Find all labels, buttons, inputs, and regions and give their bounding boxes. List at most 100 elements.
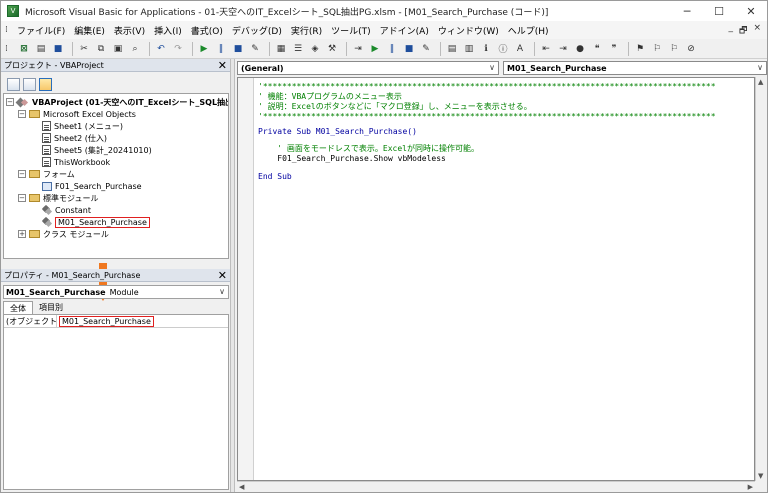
list-properties-icon[interactable]: ▤ — [445, 42, 459, 56]
procedure-combo[interactable]: M01_Search_Purchase ∨ — [503, 61, 767, 75]
property-value[interactable]: M01_Search_Purchase — [57, 315, 154, 327]
chevron-down-icon[interactable]: ∨ — [757, 63, 763, 72]
menu-run[interactable]: 実行(R) — [291, 24, 322, 37]
project-explorer-icon[interactable]: ▦ — [274, 42, 288, 56]
tree-item-sheet5[interactable]: Sheet5 (集計_20241010) — [42, 144, 152, 156]
tree-group-modules[interactable]: − 標準モジュール — [18, 192, 98, 204]
save-icon[interactable]: ■ — [51, 42, 65, 56]
paste-icon[interactable]: ▣ — [111, 42, 125, 56]
next-bookmark-icon[interactable]: ⚐ — [650, 42, 664, 56]
view-code-icon[interactable] — [7, 77, 20, 91]
chevron-down-icon[interactable]: ∨ — [489, 63, 495, 72]
collapse-icon[interactable]: − — [6, 98, 14, 106]
menu-insert[interactable]: 挿入(I) — [154, 24, 182, 37]
edit-indent-icon[interactable]: ⇥ — [351, 42, 365, 56]
property-row[interactable]: (オブジェクト名) M01_Search_Purchase — [4, 315, 228, 328]
toggle-bookmark-icon[interactable]: ⚑ — [633, 42, 647, 56]
edit-design-icon[interactable]: ✎ — [419, 42, 433, 56]
tree-item-label: Constant — [55, 205, 91, 215]
close-button[interactable]: ✕ — [735, 1, 767, 21]
pane-splitter[interactable] — [230, 59, 235, 492]
scroll-right-icon[interactable]: ▶ — [748, 483, 753, 491]
minimize-button[interactable]: ─ — [671, 1, 703, 21]
menu-help[interactable]: ヘルプ(H) — [508, 24, 549, 37]
tree-item-sheet2[interactable]: Sheet2 (仕入) — [42, 132, 107, 144]
redo-icon[interactable]: ↷ — [171, 42, 185, 56]
collapse-icon[interactable]: − — [18, 170, 26, 178]
tree-root[interactable]: − VBAProject (01-天空へのIT_Excelシート_SQL抽出 — [6, 96, 228, 108]
undo-icon[interactable]: ↶ — [154, 42, 168, 56]
tree-item-m01-search-purchase[interactable]: M01_Search_Purchase — [42, 216, 150, 228]
menu-window[interactable]: ウィンドウ(W) — [438, 24, 499, 37]
copy-icon[interactable]: ⧉ — [94, 42, 108, 56]
edit-reset-icon[interactable]: ■ — [402, 42, 416, 56]
run-icon[interactable]: ▶ — [197, 42, 211, 56]
indent-icon[interactable]: ⇤ — [539, 42, 553, 56]
mdi-restore-button[interactable]: 🗗 — [739, 23, 747, 39]
tab-categorized[interactable]: 項目別 — [33, 301, 69, 314]
expand-icon[interactable]: + — [18, 230, 26, 238]
code-vertical-scrollbar[interactable]: ▲ ▼ — [755, 77, 767, 481]
properties-close-icon[interactable]: ✕ — [218, 269, 227, 282]
toggle-folders-icon[interactable] — [39, 77, 52, 91]
module-icon — [42, 217, 52, 227]
tree-group-classes[interactable]: + クラス モジュール — [18, 228, 109, 240]
cut-icon[interactable]: ✂ — [77, 42, 91, 56]
toolbox-icon[interactable]: ⚒ — [325, 42, 339, 56]
reset-icon[interactable]: ■ — [231, 42, 245, 56]
code-line: '***************************************… — [258, 82, 716, 91]
excel-icon[interactable]: ⊠ — [17, 42, 31, 56]
object-browser-icon[interactable]: ◈ — [308, 42, 322, 56]
scroll-left-icon[interactable]: ◀ — [239, 483, 244, 491]
insert-icon[interactable]: ▤ — [34, 42, 48, 56]
quick-info-icon[interactable]: ℹ — [479, 42, 493, 56]
edit-run-icon[interactable]: ▶ — [368, 42, 382, 56]
code-margin[interactable] — [238, 78, 254, 480]
menu-view[interactable]: 表示(V) — [114, 24, 145, 37]
view-object-icon[interactable] — [23, 77, 36, 91]
list-constants-icon[interactable]: ▥ — [462, 42, 476, 56]
comment-block-icon[interactable]: ❝ — [590, 42, 604, 56]
project-explorer-close-icon[interactable]: ✕ — [218, 59, 227, 72]
find-icon[interactable]: ⌕ — [128, 42, 142, 56]
tree-item-constant[interactable]: Constant — [42, 204, 91, 216]
sheet-icon — [42, 133, 51, 143]
tree-item-sheet1[interactable]: Sheet1 (メニュー) — [42, 120, 123, 132]
mdi-minimize-button[interactable]: _ — [729, 23, 734, 39]
prev-bookmark-icon[interactable]: ⚐ — [667, 42, 681, 56]
scroll-down-icon[interactable]: ▼ — [758, 472, 763, 480]
parameter-info-icon[interactable]: ⓘ — [496, 42, 510, 56]
clear-bookmarks-icon[interactable]: ⊘ — [684, 42, 698, 56]
scroll-up-icon[interactable]: ▲ — [758, 78, 763, 86]
edit-break-icon[interactable]: ‖ — [385, 42, 399, 56]
chevron-down-icon[interactable]: ∨ — [219, 287, 225, 296]
menu-edit[interactable]: 編集(E) — [74, 24, 105, 37]
toolbar-grip-icon: ⁞ — [5, 43, 8, 54]
mdi-close-button[interactable]: × — [753, 23, 761, 39]
code-horizontal-scrollbar[interactable]: ◀ ▶ — [237, 481, 755, 492]
object-combo[interactable]: (General) ∨ — [237, 61, 499, 75]
collapse-icon[interactable]: − — [18, 110, 26, 118]
menu-file[interactable]: ファイル(F) — [17, 24, 65, 37]
menu-format[interactable]: 書式(O) — [191, 24, 223, 37]
maximize-button[interactable]: ☐ — [703, 1, 735, 21]
break-icon[interactable]: ‖ — [214, 42, 228, 56]
collapse-icon[interactable]: − — [18, 194, 26, 202]
properties-object-combo[interactable]: M01_Search_Purchase Module ∨ — [3, 285, 229, 299]
menu-addins[interactable]: アドイン(A) — [380, 24, 429, 37]
tree-item-thisworkbook[interactable]: ThisWorkbook — [42, 156, 110, 168]
tree-group-excel-objects[interactable]: − Microsoft Excel Objects — [18, 108, 136, 120]
tree-group-label: Microsoft Excel Objects — [43, 109, 136, 119]
menu-debug[interactable]: デバッグ(D) — [232, 24, 282, 37]
complete-word-icon[interactable]: A — [513, 42, 527, 56]
tree-group-forms[interactable]: − フォーム — [18, 168, 75, 180]
toggle-breakpoint-icon[interactable]: ● — [573, 42, 587, 56]
design-icon[interactable]: ✎ — [248, 42, 262, 56]
menu-tools[interactable]: ツール(T) — [331, 24, 371, 37]
uncomment-block-icon[interactable]: ❞ — [607, 42, 621, 56]
tree-item-form[interactable]: F01_Search_Purchase — [42, 180, 142, 192]
properties-icon[interactable]: ☰ — [291, 42, 305, 56]
code-editor[interactable]: '***************************************… — [237, 77, 755, 481]
outdent-icon[interactable]: ⇥ — [556, 42, 570, 56]
tab-alphabetic[interactable]: 全体 — [3, 301, 33, 314]
